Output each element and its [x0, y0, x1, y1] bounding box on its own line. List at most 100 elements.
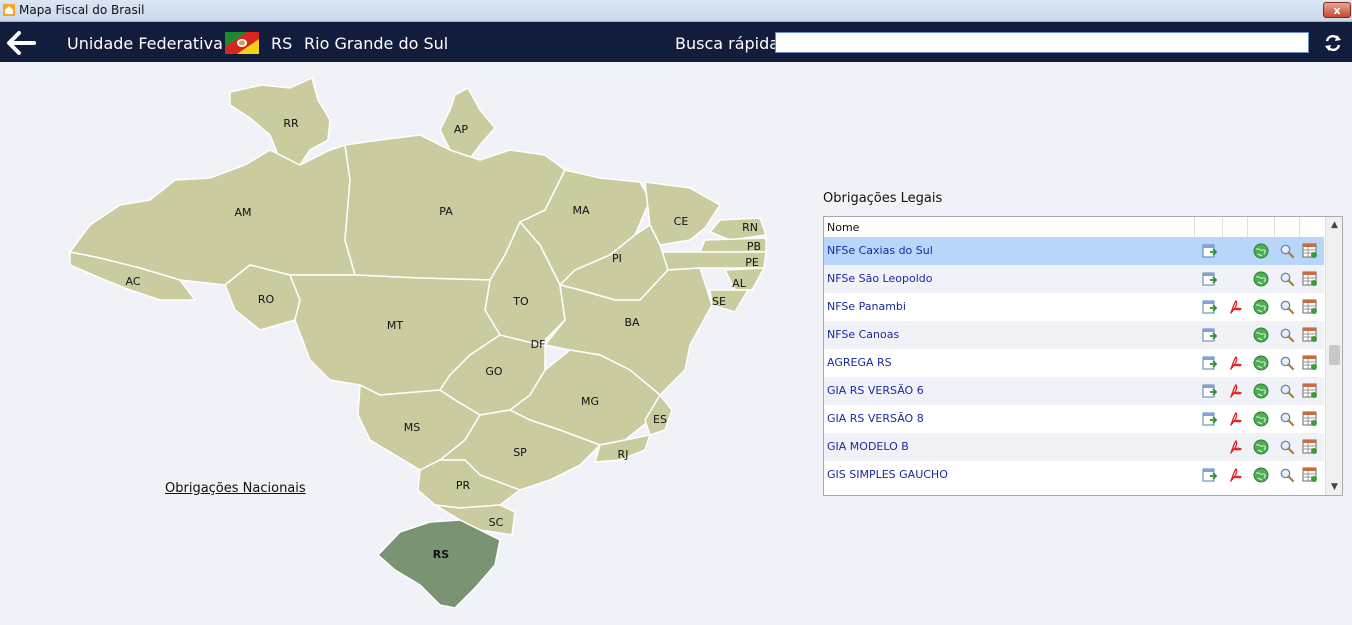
- back-arrow-icon[interactable]: [6, 31, 36, 55]
- search-icon[interactable]: [1279, 467, 1295, 483]
- globe-icon[interactable]: [1253, 383, 1269, 399]
- scroll-thumb[interactable]: [1329, 345, 1340, 365]
- obrigacao-name: GIS SIMPLES GAUCHO: [827, 468, 948, 481]
- rs-flag-icon: [225, 32, 259, 54]
- pdf-icon[interactable]: [1228, 467, 1244, 483]
- brazil-map: RR AP AM PA MA CE RN PB PE AL SE PI AC R…: [68, 76, 768, 609]
- export-icon[interactable]: [1202, 383, 1218, 399]
- search-icon[interactable]: [1279, 271, 1295, 287]
- globe-icon[interactable]: [1253, 271, 1269, 287]
- table-icon[interactable]: [1302, 355, 1318, 371]
- app-icon: [3, 4, 15, 16]
- pdf-icon[interactable]: [1228, 439, 1244, 455]
- state-label-rr: RR: [283, 117, 299, 130]
- scroll-down-icon[interactable]: ▼: [1326, 479, 1342, 495]
- globe-icon[interactable]: [1253, 439, 1269, 455]
- state-label-pi: PI: [612, 252, 622, 265]
- obrigacao-name: NFSe Caxias do Sul: [827, 244, 933, 257]
- table-icon[interactable]: [1302, 271, 1318, 287]
- globe-icon[interactable]: [1253, 355, 1269, 371]
- state-label-pa: PA: [439, 205, 453, 218]
- window-title: Mapa Fiscal do Brasil: [19, 3, 145, 17]
- globe-icon[interactable]: [1253, 467, 1269, 483]
- export-icon[interactable]: [1202, 243, 1218, 259]
- table-row[interactable]: GIA MODELO B: [824, 433, 1324, 461]
- pdf-icon[interactable]: [1228, 383, 1244, 399]
- table-icon[interactable]: [1302, 299, 1318, 315]
- grid-rows: NFSe Caxias do Sul NFSe São Leopoldo NFSe …: [824, 237, 1324, 489]
- uf-label: Unidade Federativa: [67, 34, 223, 53]
- obrigacao-name: NFSe São Leopoldo: [827, 272, 933, 285]
- pdf-icon[interactable]: [1228, 299, 1244, 315]
- obrigacao-name: AGREGA RS: [827, 356, 892, 369]
- search-icon[interactable]: [1279, 383, 1295, 399]
- top-bar: Unidade Federativa RS Rio Grande do Sul …: [0, 22, 1352, 62]
- obrigacao-name: GIA MODELO B: [827, 440, 909, 453]
- window-titlebar: Mapa Fiscal do Brasil x: [0, 0, 1352, 22]
- table-row[interactable]: GIS SIMPLES GAUCHO: [824, 461, 1324, 489]
- table-icon[interactable]: [1302, 439, 1318, 455]
- table-icon[interactable]: [1302, 467, 1318, 483]
- globe-icon[interactable]: [1253, 243, 1269, 259]
- export-icon[interactable]: [1202, 327, 1218, 343]
- table-row[interactable]: NFSe Canoas: [824, 321, 1324, 349]
- state-label-ro: RO: [258, 293, 275, 306]
- state-label-to: TO: [512, 295, 529, 308]
- globe-icon[interactable]: [1253, 299, 1269, 315]
- state-label-ce: CE: [674, 215, 689, 228]
- search-icon[interactable]: [1279, 439, 1295, 455]
- search-icon[interactable]: [1279, 299, 1295, 315]
- column-header-nome[interactable]: Nome: [827, 221, 859, 234]
- state-label-es: ES: [653, 413, 667, 426]
- table-row[interactable]: GIA RS VERSÃO 8: [824, 405, 1324, 433]
- state-ce[interactable]: [644, 181, 722, 246]
- state-rr[interactable]: [229, 76, 331, 166]
- state-label-ba: BA: [624, 316, 640, 329]
- state-label-mg: MG: [581, 395, 599, 408]
- state-label-pr: PR: [456, 479, 471, 492]
- export-icon[interactable]: [1202, 299, 1218, 315]
- globe-icon[interactable]: [1253, 327, 1269, 343]
- export-icon[interactable]: [1202, 411, 1218, 427]
- obrigacoes-grid: Nome NFSe Caxias do Sul NFSe São Leopoldo…: [823, 216, 1343, 496]
- export-icon[interactable]: [1202, 271, 1218, 287]
- grid-scrollbar[interactable]: ▲ ▼: [1325, 217, 1342, 495]
- table-row[interactable]: NFSe Panambi: [824, 293, 1324, 321]
- table-row[interactable]: NFSe Caxias do Sul: [824, 237, 1324, 265]
- search-icon[interactable]: [1279, 327, 1295, 343]
- state-label-am: AM: [234, 206, 251, 219]
- state-label-go: GO: [485, 365, 503, 378]
- table-row[interactable]: GIA RS VERSÃO 6: [824, 377, 1324, 405]
- obrigacoes-nacionais-link[interactable]: Obrigações Nacionais: [165, 481, 306, 496]
- export-icon[interactable]: [1202, 467, 1218, 483]
- table-icon[interactable]: [1302, 411, 1318, 427]
- uf-code: RS: [271, 34, 293, 53]
- obrigacoes-legais-title: Obrigações Legais: [823, 191, 943, 206]
- scroll-up-icon[interactable]: ▲: [1326, 217, 1342, 233]
- search-icon[interactable]: [1279, 243, 1295, 259]
- state-rs[interactable]: [376, 519, 501, 609]
- table-icon[interactable]: [1302, 243, 1318, 259]
- state-label-sc: SC: [489, 516, 504, 529]
- quick-search-input[interactable]: [775, 32, 1309, 53]
- quick-search-label: Busca rápida: [675, 34, 780, 53]
- search-icon[interactable]: [1279, 355, 1295, 371]
- globe-icon[interactable]: [1253, 411, 1269, 427]
- refresh-icon[interactable]: [1323, 33, 1343, 53]
- uf-name: Rio Grande do Sul: [304, 34, 449, 53]
- close-window-button[interactable]: x: [1323, 2, 1351, 18]
- export-icon[interactable]: [1202, 355, 1218, 371]
- state-label-rn: RN: [742, 221, 758, 234]
- state-label-rj: RJ: [618, 448, 629, 461]
- obrigacao-name: NFSe Canoas: [827, 328, 900, 341]
- table-row[interactable]: NFSe São Leopoldo: [824, 265, 1324, 293]
- pdf-icon[interactable]: [1228, 411, 1244, 427]
- table-icon[interactable]: [1302, 327, 1318, 343]
- state-label-ac: AC: [125, 275, 140, 288]
- state-label-sp: SP: [513, 446, 527, 459]
- table-icon[interactable]: [1302, 383, 1318, 399]
- pdf-icon[interactable]: [1228, 355, 1244, 371]
- search-icon[interactable]: [1279, 411, 1295, 427]
- table-row[interactable]: AGREGA RS: [824, 349, 1324, 377]
- grid-header: Nome: [824, 217, 1324, 238]
